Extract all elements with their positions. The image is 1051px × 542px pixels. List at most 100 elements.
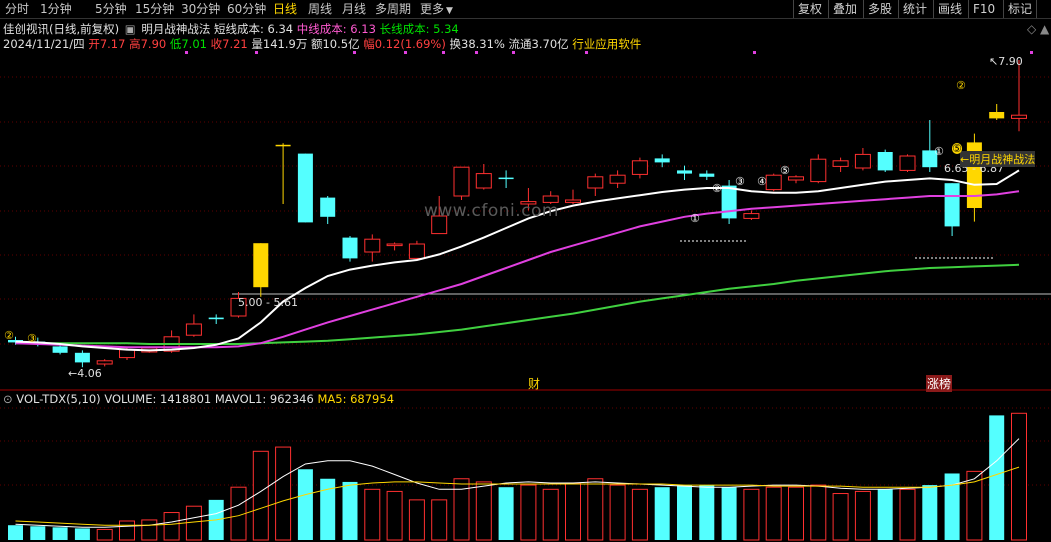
quote-open: 开7.17 (88, 37, 126, 51)
period-tab[interactable]: 1分钟 (40, 1, 72, 17)
quote-low: 低7.01 (169, 37, 207, 51)
period-tab[interactable]: 多周期 (375, 1, 411, 17)
candle (854, 148, 871, 171)
volume-value: VOLUME: 1418801 (104, 392, 212, 406)
indicator-header: 佳创视讯(日线,前复权) ▣ 明月战神战法 短线成本: 6.34 中线成本: 6… (3, 22, 459, 37)
candle (899, 154, 916, 172)
stats-button[interactable]: 统计 (898, 0, 931, 18)
signal-marker: ③ (27, 332, 37, 345)
volume-toggle-icon[interactable]: ⊙ (3, 392, 13, 406)
indicator-name: 明月战神战法 (141, 22, 211, 36)
period-tab[interactable]: 60分钟 (227, 1, 266, 17)
candle-body (721, 185, 737, 219)
quote-industry: 行业应用软件 (572, 37, 642, 51)
more-menu[interactable]: 更多 ▼ (420, 1, 453, 19)
candle-body (498, 177, 514, 180)
period-tab[interactable]: 30分钟 (181, 1, 220, 17)
volume-bar (364, 488, 381, 541)
low-price-label: ←4.06 (68, 367, 102, 380)
candle-body (631, 160, 648, 175)
candle-body (52, 346, 68, 353)
period-tab-active[interactable]: 日线 (273, 1, 297, 17)
adjust-button[interactable]: 复权 (793, 0, 826, 18)
diamond-icon[interactable]: ◇ (1027, 22, 1036, 36)
mark-button[interactable]: 标记 (1003, 0, 1038, 18)
volume-title: VOL-TDX(5,10) (16, 392, 101, 406)
candle (944, 183, 960, 236)
volume-bar (677, 485, 692, 540)
period-tab[interactable]: 周线 (308, 1, 332, 17)
candle-body (208, 317, 224, 320)
quote-date: 2024/11/21/四 (3, 37, 85, 51)
candle (631, 157, 648, 179)
volume-header: ⊙ VOL-TDX(5,10) VOLUME: 1418801 MAVOL1: … (3, 392, 394, 407)
volume-bar (899, 488, 916, 541)
candle-body (297, 153, 313, 223)
volume-bar (542, 488, 559, 541)
candle-body (877, 152, 893, 171)
signal-marker: ② (4, 329, 14, 342)
candle (877, 149, 893, 172)
candle (565, 189, 581, 204)
period-tab[interactable]: 5分钟 (95, 1, 127, 17)
candle (253, 243, 269, 297)
candle-body (609, 174, 626, 184)
high-price-label: ↖7.90 (989, 55, 1023, 68)
draw-line-button[interactable]: 画线 (933, 0, 966, 18)
chevron-up-icon[interactable]: ▲ (1040, 22, 1049, 36)
quote-bar: 2024/11/21/四 开7.17 高7.90 低7.01 收7.21 量14… (3, 37, 641, 52)
volume-bar (743, 488, 760, 541)
candle-body (320, 197, 336, 217)
multi-stock-button[interactable]: 多股 (863, 0, 896, 18)
volume-bar (631, 488, 648, 541)
signal-marker: ① (690, 212, 700, 225)
limit-up-marker[interactable]: 涨榜 (926, 375, 953, 392)
f10-button[interactable]: F10 (968, 0, 999, 18)
candle-body (788, 176, 804, 181)
indicator-toggle-icon[interactable]: ▣ (125, 22, 136, 36)
candle-body (342, 237, 358, 259)
candle (743, 210, 760, 220)
candle (342, 236, 358, 262)
candle-body (989, 112, 1005, 119)
more-label: 更多 (420, 2, 445, 16)
candle-body (587, 176, 604, 189)
stock-chart[interactable] (0, 0, 1051, 542)
volume-bars (8, 412, 1027, 541)
signal-marker: ② (712, 182, 722, 195)
candle (475, 164, 492, 190)
period-tab[interactable]: 月线 (342, 1, 366, 17)
volume-bar (765, 486, 782, 541)
candle-body (743, 213, 760, 219)
candle-body (699, 173, 715, 177)
quote-volume: 量141.9万 (251, 37, 308, 51)
signal-marker: ② (956, 79, 966, 92)
volume-bar (788, 486, 804, 541)
signal-marker: ④ (757, 175, 767, 188)
watermark: www.cfoni.com (424, 201, 559, 221)
mid-cost: 中线成本: 6.13 (296, 22, 376, 36)
volume-bar (119, 520, 135, 541)
period-tab[interactable]: 分时 (5, 1, 29, 17)
candle-body (565, 199, 581, 203)
finance-marker[interactable]: 财 (528, 375, 540, 392)
volume-bar (565, 482, 581, 541)
volume-bar (342, 481, 358, 540)
candle-body (944, 183, 960, 227)
candle (832, 157, 849, 172)
volume-bar (185, 505, 202, 541)
quote-high: 高7.90 (129, 37, 167, 51)
signal-marker: ⑤ (780, 164, 790, 177)
volume-bar (431, 499, 448, 541)
strategy-tag: ←明月战神战法 (960, 151, 1036, 167)
candle (609, 170, 626, 188)
candle-body (810, 158, 827, 183)
period-tab[interactable]: 15分钟 (135, 1, 174, 17)
volume-bar (989, 415, 1005, 540)
overlay-button[interactable]: 叠加 (828, 0, 861, 18)
candle-body (854, 153, 871, 169)
candle-body (654, 158, 670, 163)
candle-body (275, 144, 291, 147)
volume-bar (810, 484, 827, 541)
volume-bar (520, 484, 537, 541)
